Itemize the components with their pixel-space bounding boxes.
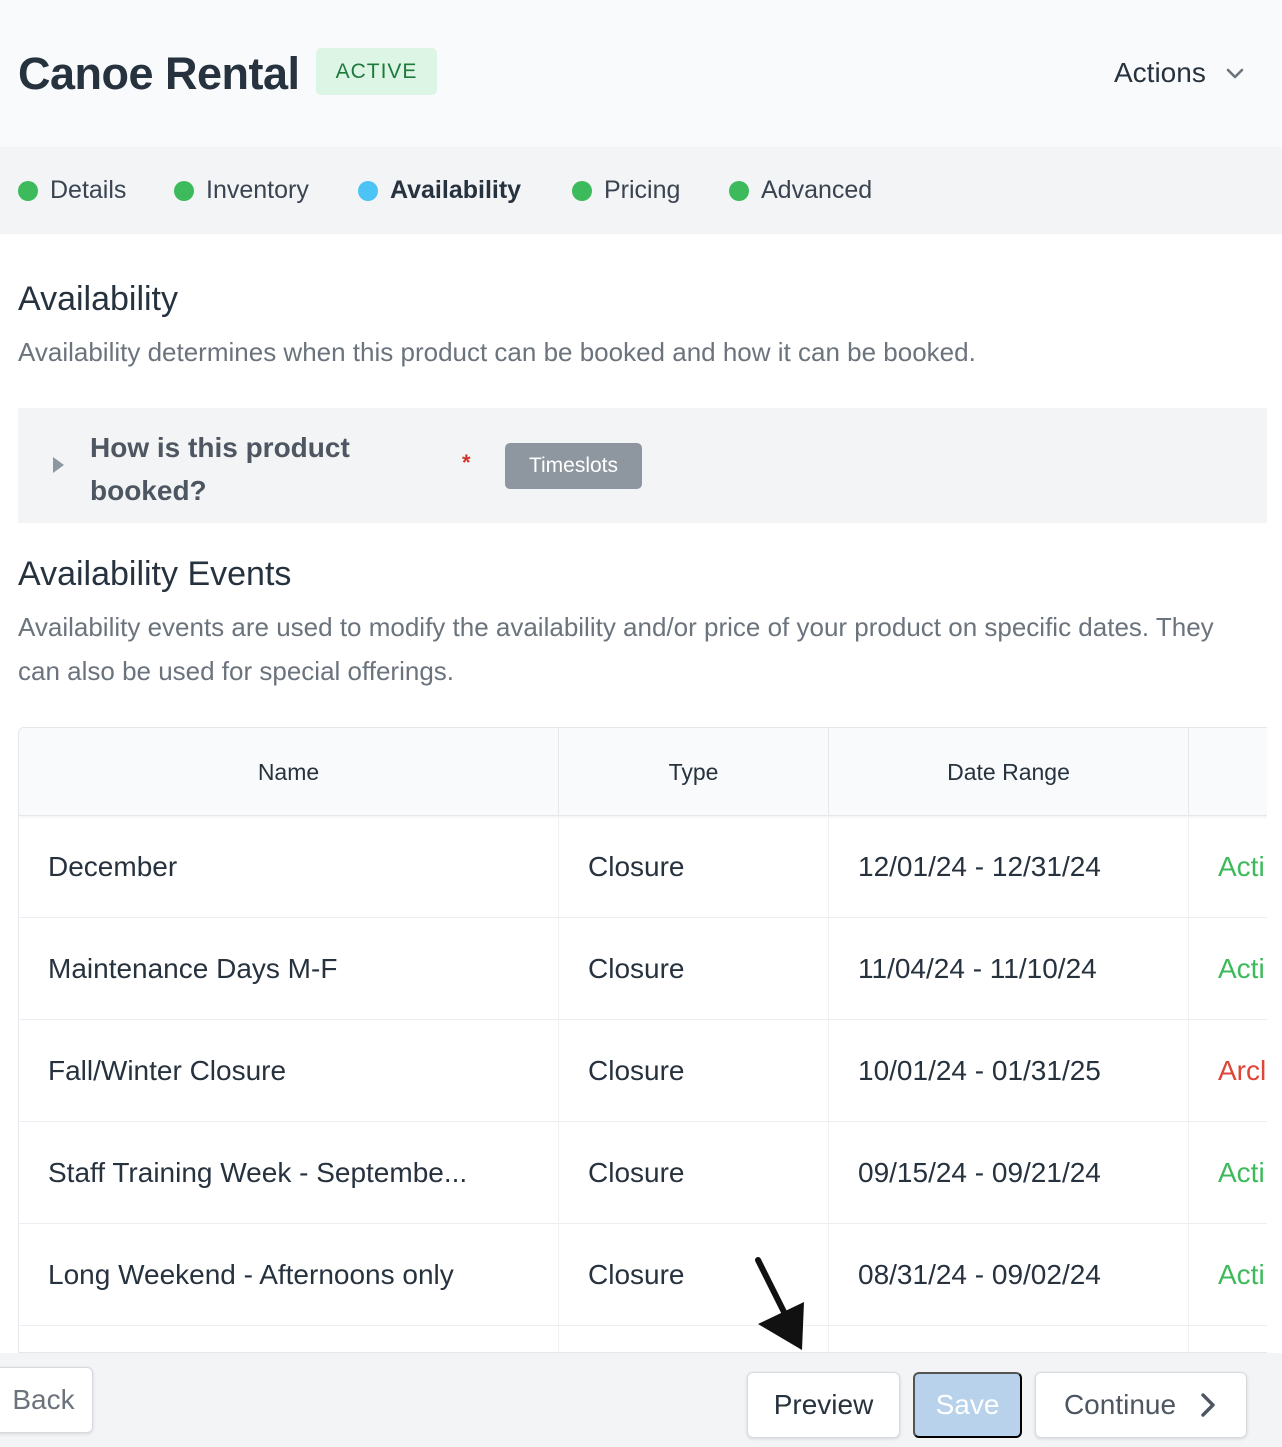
event-date-range: 09/15/24 - 09/21/24 [829,1122,1189,1224]
tab-availability[interactable]: Availability [358,147,521,234]
continue-button[interactable]: Continue [1035,1372,1247,1438]
event-name: Staff Training Week - Septembe... [19,1122,559,1224]
page-title: Canoe Rental [18,48,300,99]
table-row[interactable]: Long Weekend - Afternoons only Closure 0… [19,1224,1267,1326]
chevron-right-icon [1201,1393,1215,1417]
event-status: Acti [1218,1157,1265,1188]
event-type: Closure [559,1122,829,1224]
events-heading: Availability Events [18,555,292,593]
step-status-dot [174,180,194,201]
table-header: Name Type Date Range [19,728,1267,816]
event-name: Fall/Winter Closure [19,1020,559,1122]
caret-right-icon[interactable] [50,456,68,474]
event-status: Acti [1218,953,1265,984]
column-header-date-range[interactable]: Date Range [829,728,1189,816]
actions-label: Actions [1114,57,1206,88]
tab-details[interactable]: Details [18,147,126,234]
tab-pricing[interactable]: Pricing [572,147,680,234]
event-name: Maintenance Days M-F [19,918,559,1020]
step-tabs: Details Inventory Availability Pricing A… [0,147,1282,234]
event-status: Acti [1218,851,1265,882]
save-button[interactable]: Save [913,1372,1022,1438]
continue-label: Continue [1063,1389,1177,1420]
event-date-range: 12/01/24 - 12/31/24 [829,816,1189,918]
event-date-range: 10/01/24 - 01/31/25 [829,1020,1189,1122]
event-type: Closure [559,1224,829,1326]
event-name: December [19,816,559,918]
events-description: Availability events are used to modify t… [18,612,1214,686]
event-date-range [829,1326,1189,1352]
step-status-dot [729,180,749,201]
column-header-name[interactable]: Name [19,728,559,816]
event-date-range: 08/31/24 - 09/02/24 [829,1224,1189,1326]
table-row[interactable]: December Closure 12/01/24 - 12/31/24 Act… [19,816,1267,918]
page-header: Canoe Rental ACTIVE Actions [0,0,1282,147]
booking-method-value: Timeslots [505,443,642,489]
event-name [19,1326,559,1352]
table-row[interactable]: Maintenance Days M-F Closure 11/04/24 - … [19,918,1267,1020]
events-table: Name Type Date Range December Closure 12… [18,727,1267,1353]
tab-label: Advanced [761,176,873,204]
event-type: Closure [559,918,829,1020]
step-status-dot [18,180,38,201]
tab-label: Inventory [206,176,309,204]
table-row[interactable] [19,1326,1267,1352]
tab-label: Availability [390,176,522,204]
tab-label: Pricing [604,176,681,204]
table-row[interactable]: Staff Training Week - Septembe... Closur… [19,1122,1267,1224]
step-status-dot [572,180,592,201]
actions-dropdown[interactable]: Actions [1114,54,1246,92]
preview-button[interactable]: Preview [747,1372,900,1438]
column-header-type[interactable]: Type [559,728,829,816]
table-row[interactable]: Fall/Winter Closure Closure 10/01/24 - 0… [19,1020,1267,1122]
tab-advanced[interactable]: Advanced [729,147,872,234]
chevron-down-icon [1226,68,1244,79]
event-type [559,1326,829,1352]
required-indicator: * [462,450,471,475]
event-date-range: 11/04/24 - 11/10/24 [829,918,1189,1020]
booking-method-panel: How is this product booked? * Timeslots [18,408,1267,523]
event-status: Arcl [1218,1055,1267,1086]
availability-description: Availability determines when this produc… [18,337,976,367]
event-type: Closure [559,816,829,918]
back-button[interactable]: Back [0,1367,93,1433]
tab-label: Details [50,176,127,204]
availability-heading: Availability [18,280,179,318]
footer-bar: Back Preview Save Continue [0,1353,1282,1447]
event-status: Acti [1218,1259,1265,1290]
booking-method-label: How is this product booked? [90,432,350,506]
column-header-status [1189,728,1267,816]
step-status-dot [358,180,378,201]
tab-inventory[interactable]: Inventory [174,147,309,234]
event-name: Long Weekend - Afternoons only [19,1224,559,1326]
event-type: Closure [559,1020,829,1122]
status-badge: ACTIVE [316,48,437,95]
